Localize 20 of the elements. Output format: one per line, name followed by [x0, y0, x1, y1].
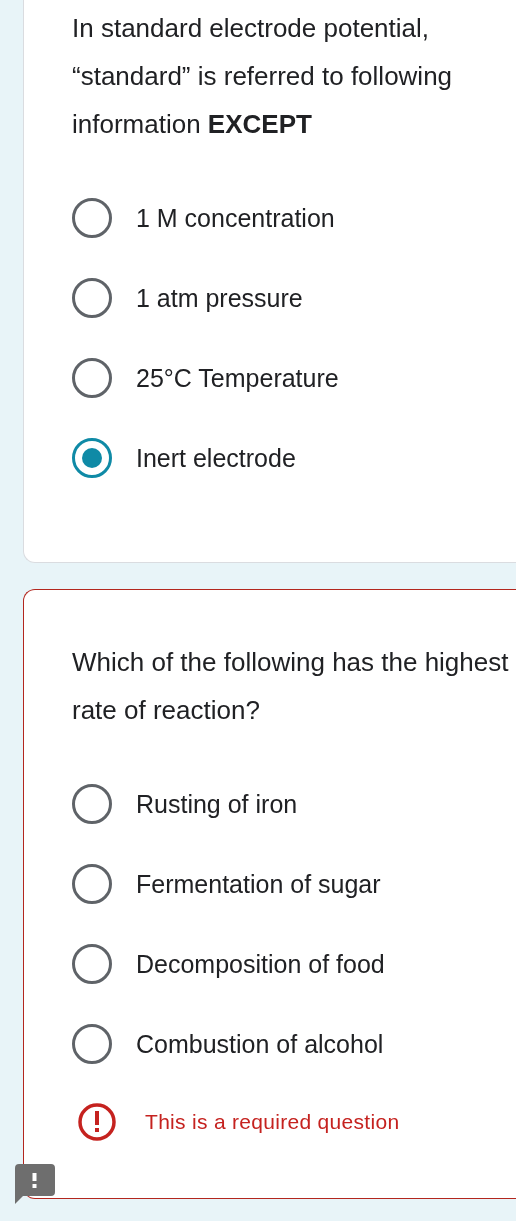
radio-button[interactable] — [72, 944, 112, 984]
option-label: Decomposition of food — [136, 949, 385, 979]
option-label: Combustion of alcohol — [136, 1029, 384, 1059]
option-label: Rusting of iron — [136, 789, 298, 819]
option-label: 25°C Temperature — [136, 363, 339, 393]
radio-button[interactable] — [72, 438, 112, 478]
option-label: 1 M concentration — [136, 203, 335, 233]
error-message: This is a required question — [145, 1110, 400, 1134]
radio-button[interactable] — [72, 278, 112, 318]
question-text: In standard electrode potential, “standard” is referred to following information EXCEPT — [72, 12, 454, 141]
option-label: Fermentation of sugar — [136, 869, 381, 899]
radio-button[interactable] — [72, 358, 112, 398]
radio-button[interactable] — [72, 1024, 112, 1064]
radio-button[interactable] — [72, 864, 112, 904]
radio-button[interactable] — [72, 198, 112, 238]
error-icon — [77, 1102, 117, 1142]
option-label: 1 atm pressure — [136, 283, 303, 313]
question-text: Which of the following has the highest rate of reaction? — [72, 646, 510, 727]
option-label: Inert electrode — [136, 443, 296, 473]
radio-button[interactable] — [72, 784, 112, 824]
